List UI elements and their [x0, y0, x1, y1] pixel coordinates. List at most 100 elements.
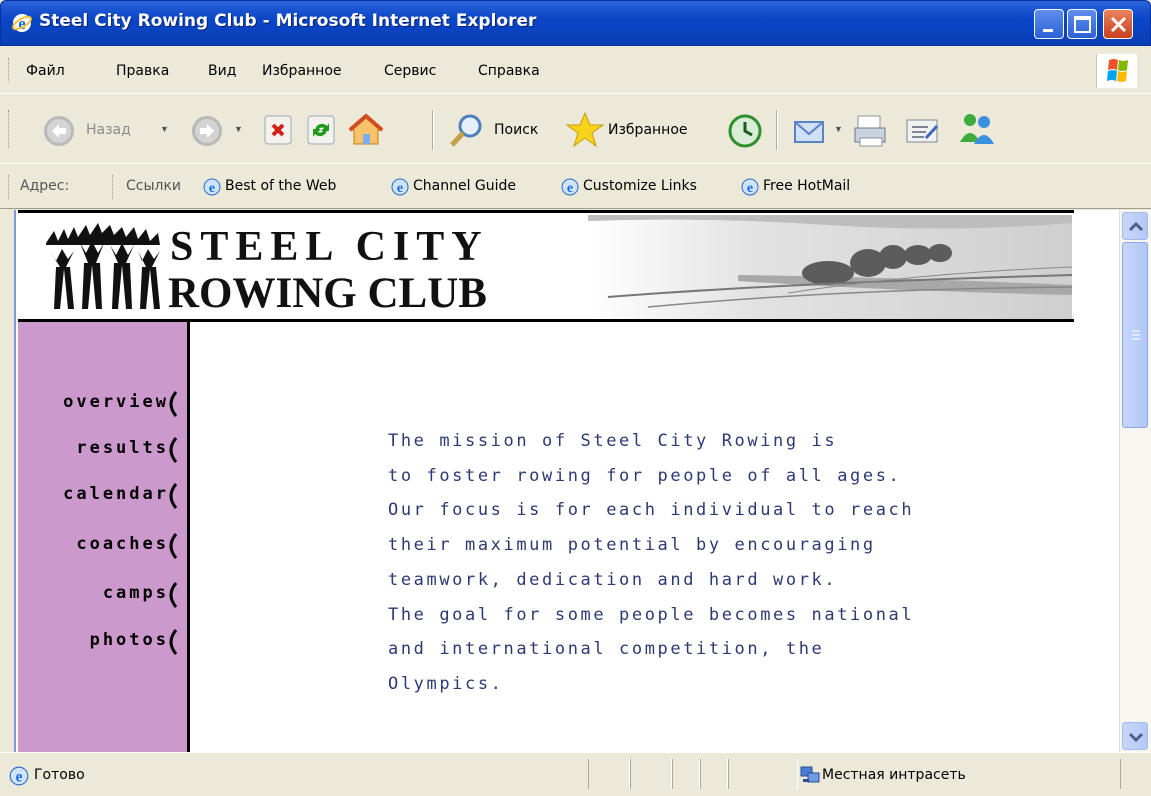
ie-page-icon: e — [203, 178, 221, 196]
history-button[interactable] — [726, 112, 764, 153]
chevron-down-icon — [1128, 732, 1144, 743]
nav-coaches-label: coaches — [76, 534, 169, 554]
back-button[interactable] — [42, 114, 76, 151]
back-arrow-icon — [44, 116, 74, 146]
stop-button[interactable] — [263, 114, 293, 149]
links-grip[interactable] — [112, 175, 116, 199]
refresh-icon — [307, 115, 335, 145]
address-grip[interactable] — [8, 175, 12, 199]
messenger-icon — [960, 114, 994, 144]
site-header: STEEL CITY ROWING CLUB — [18, 210, 1074, 322]
link-label: Channel Guide — [413, 178, 517, 194]
ie-page-icon: e — [9, 766, 29, 786]
nav-camps-label: camps — [102, 583, 169, 603]
standard-toolbar: Назад ▼ ▼ Поиск Избранное ▼ — [0, 96, 1151, 164]
forward-button[interactable] — [190, 114, 224, 151]
address-label[interactable]: Адрес: — [20, 178, 69, 194]
nav-camps[interactable]: camps — [102, 582, 178, 608]
nav-overview-label: overview — [63, 392, 169, 412]
maximize-button[interactable] — [1067, 9, 1097, 39]
ie-page-icon: e — [741, 178, 759, 196]
nav-photos[interactable]: photos — [89, 629, 178, 655]
status-pane — [672, 759, 700, 789]
scroll-thumb[interactable] — [1122, 242, 1148, 428]
nav-results[interactable]: results — [76, 437, 178, 463]
status-pane — [728, 759, 798, 789]
links-bar: Адрес: Ссылки e Best of the Web e Channe… — [0, 165, 1151, 209]
edit-button[interactable] — [904, 114, 942, 151]
status-pane — [700, 759, 728, 789]
menu-tools[interactable]: Сервис — [384, 63, 436, 79]
link-label: Best of the Web — [225, 178, 337, 194]
maximize-icon — [1074, 16, 1091, 33]
nav-bracket-icon — [169, 629, 178, 655]
nav-calendar[interactable]: calendar — [63, 483, 178, 509]
search-label[interactable]: Поиск — [494, 122, 538, 138]
nav-results-label: results — [76, 438, 169, 458]
svg-text:e: e — [16, 769, 23, 786]
nav-photos-label: photos — [89, 630, 169, 650]
windows-flag-icon — [1107, 59, 1128, 82]
nav-calendar-label: calendar — [63, 484, 169, 504]
home-icon — [348, 113, 384, 145]
close-button[interactable] — [1103, 9, 1133, 39]
toolbar-grip[interactable] — [8, 110, 12, 148]
home-button[interactable] — [346, 110, 386, 153]
status-pane — [588, 759, 630, 789]
logo-title-line1: STEEL CITY — [170, 224, 489, 270]
mission-line: their maximum potential by encouraging — [388, 535, 876, 556]
menu-edit[interactable]: Правка — [116, 63, 169, 79]
logo-title-line2: ROWING CLUB — [168, 270, 487, 317]
vertical-scrollbar[interactable] — [1119, 210, 1151, 752]
resize-grip[interactable] — [1120, 759, 1151, 789]
forward-arrow-icon — [192, 116, 222, 146]
back-dropdown-icon[interactable]: ▼ — [160, 124, 169, 134]
minimize-button[interactable] — [1034, 9, 1064, 39]
mail-button[interactable] — [792, 114, 828, 151]
svg-text:e: e — [209, 181, 215, 196]
nav-overview[interactable]: overview — [63, 391, 178, 417]
messenger-button[interactable] — [956, 110, 998, 151]
status-bar: e Готово Местная интрасеть — [0, 752, 1151, 796]
toolbar-separator-2 — [776, 110, 778, 150]
menu-help[interactable]: Справка — [478, 63, 540, 79]
grip-lines-icon — [1132, 330, 1140, 340]
mail-dropdown-icon[interactable]: ▼ — [834, 124, 843, 134]
toolbar-separator — [432, 110, 434, 150]
stop-icon — [264, 115, 292, 145]
favorites-label[interactable]: Избранное — [608, 122, 688, 138]
back-label[interactable]: Назад — [86, 122, 131, 138]
links-label[interactable]: Ссылки — [126, 178, 181, 194]
scroll-down-button[interactable] — [1122, 722, 1148, 750]
rowing-banner-image — [588, 215, 1072, 319]
history-clock-icon — [728, 114, 762, 148]
mission-line: to foster rowing for people of all ages. — [388, 465, 902, 486]
edit-document-icon — [906, 119, 939, 143]
status-pane — [630, 759, 672, 789]
refresh-button[interactable] — [306, 114, 336, 149]
menubar-grip[interactable] — [8, 58, 12, 82]
printer-icon — [854, 115, 886, 147]
favorites-button[interactable] — [564, 110, 606, 153]
menu-favorites[interactable]: Избранное — [262, 63, 342, 79]
nav-coaches[interactable]: coaches — [76, 533, 178, 559]
search-icon — [450, 114, 482, 147]
menu-file[interactable]: Файл — [26, 63, 65, 79]
security-zone-text: Местная интрасеть — [822, 767, 966, 783]
ie-page-icon: e — [561, 178, 579, 196]
nav-bracket-icon — [169, 533, 178, 559]
search-button[interactable] — [446, 112, 486, 153]
title-bar[interactable]: e Steel City Rowing Club - Microsoft Int… — [0, 0, 1151, 46]
page-viewport[interactable]: STEEL CITY ROWING CLUB overview results … — [14, 210, 1119, 752]
forward-dropdown-icon[interactable]: ▼ — [234, 124, 243, 134]
ie-page-icon: e — [391, 178, 409, 196]
svg-text:e: e — [747, 181, 753, 196]
print-button[interactable] — [852, 112, 890, 153]
windows-logo — [1096, 54, 1137, 88]
link-label: Free HotMail — [763, 178, 851, 194]
local-intranet-icon — [800, 766, 820, 783]
menu-view[interactable]: Вид — [208, 63, 236, 79]
svg-text:e: e — [397, 181, 403, 196]
minimize-icon — [1043, 29, 1053, 32]
scroll-up-button[interactable] — [1122, 212, 1148, 240]
